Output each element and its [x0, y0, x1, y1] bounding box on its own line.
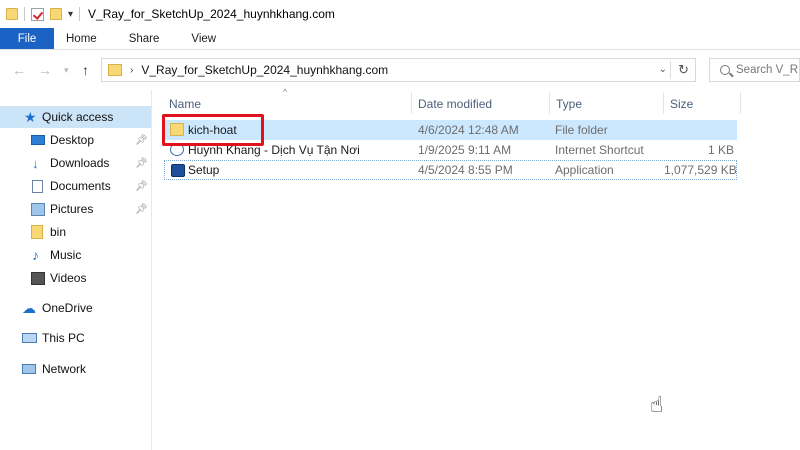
- sidebar-item-pictures[interactable]: Pictures 📌︎: [0, 198, 151, 220]
- sidebar-item-desktop[interactable]: Desktop 📌︎: [0, 129, 151, 151]
- star-icon: ★: [24, 108, 37, 125]
- sidebar-item-label: OneDrive: [42, 301, 93, 315]
- file-date: 4/5/2024 8:55 PM: [418, 163, 513, 177]
- document-icon: [32, 179, 43, 193]
- properties-icon[interactable]: [31, 7, 44, 21]
- column-divider[interactable]: [411, 92, 412, 114]
- tab-home[interactable]: Home: [54, 28, 113, 49]
- tab-share[interactable]: Share: [113, 28, 176, 49]
- computer-icon: [22, 333, 37, 343]
- chevron-right-icon[interactable]: ›: [130, 65, 133, 76]
- search-icon: [720, 65, 730, 75]
- file-date: 1/9/2025 9:11 AM: [418, 143, 512, 157]
- navigation-bar: ← → ▾ ↑ › V_Ray_for_SketchUp_2024_huynhk…: [0, 50, 800, 90]
- file-type: Application: [555, 163, 614, 177]
- sidebar-item-label: Downloads: [50, 156, 110, 170]
- pin-icon[interactable]: 📌︎: [135, 135, 148, 146]
- column-divider[interactable]: [663, 92, 664, 114]
- file-type: File folder: [555, 123, 608, 137]
- cloud-icon: ☁: [22, 299, 36, 316]
- ribbon-tabs: File Home Share View: [0, 28, 800, 50]
- chevron-down-icon[interactable]: ⌄: [659, 64, 667, 75]
- file-size: 1 KB: [707, 143, 734, 157]
- highlight-box: [162, 114, 264, 146]
- sidebar-item-label: Pictures: [50, 202, 94, 216]
- column-divider[interactable]: [549, 92, 550, 114]
- customize-toolbar-icon[interactable]: ▾: [68, 9, 73, 20]
- sidebar-item-label: Music: [50, 248, 82, 262]
- title-bar: ▾ V_Ray_for_SketchUp_2024_huynhkhang.com: [0, 0, 800, 28]
- sidebar-item-videos[interactable]: Videos: [0, 267, 151, 289]
- music-icon: ♪: [32, 246, 39, 263]
- tab-view[interactable]: View: [175, 28, 232, 49]
- setup-application-icon: [171, 164, 185, 177]
- divider: [670, 61, 671, 79]
- sidebar-item-label: bin: [50, 225, 67, 239]
- search-box[interactable]: Search V_R: [709, 58, 800, 82]
- sidebar-item-label: Documents: [50, 179, 111, 193]
- desktop-icon: [31, 135, 45, 145]
- pin-icon[interactable]: 📌︎: [135, 204, 148, 215]
- sidebar-item-downloads[interactable]: ↓ Downloads 📌︎: [0, 152, 151, 174]
- file-row-setup[interactable]: Setup 4/5/2024 8:55 PM Application 1,077…: [164, 160, 737, 180]
- file-date: 4/6/2024 12:48 AM: [418, 123, 519, 137]
- sidebar-item-label: Quick access: [42, 110, 114, 124]
- sidebar-item-bin[interactable]: bin: [0, 221, 151, 243]
- column-divider[interactable]: [740, 92, 741, 114]
- sidebar-item-this-pc[interactable]: This PC: [0, 327, 151, 349]
- recent-locations-icon[interactable]: ▾: [64, 65, 69, 76]
- sidebar-item-music[interactable]: ♪ Music: [0, 244, 151, 266]
- folder-icon: [108, 64, 122, 76]
- sidebar-item-quick-access[interactable]: ★ Quick access: [0, 106, 151, 128]
- pin-icon[interactable]: 📌︎: [135, 158, 148, 169]
- search-input[interactable]: Search V_R: [736, 64, 798, 76]
- new-folder-icon[interactable]: [50, 8, 62, 20]
- refresh-icon[interactable]: ↻: [678, 62, 689, 78]
- pin-icon[interactable]: 📌︎: [135, 181, 148, 192]
- address-bar[interactable]: › V_Ray_for_SketchUp_2024_huynhkhang.com…: [101, 58, 696, 82]
- network-icon: [22, 364, 36, 374]
- file-name[interactable]: Setup: [188, 163, 219, 177]
- file-size: 1,077,529 KB: [664, 163, 737, 177]
- file-type: Internet Shortcut: [555, 143, 644, 157]
- divider: [24, 7, 25, 21]
- divider: [79, 7, 81, 21]
- column-header-type[interactable]: Type: [556, 92, 656, 116]
- sidebar-item-network[interactable]: Network: [0, 358, 151, 380]
- tab-file[interactable]: File: [0, 28, 54, 49]
- video-icon: [31, 271, 45, 285]
- address-path[interactable]: V_Ray_for_SketchUp_2024_huynhkhang.com: [141, 63, 388, 77]
- forward-arrow-icon[interactable]: →: [38, 62, 52, 78]
- sidebar-item-label: Network: [42, 362, 87, 376]
- window-title: V_Ray_for_SketchUp_2024_huynhkhang.com: [88, 7, 335, 21]
- folder-icon: [6, 8, 18, 20]
- folder-icon: [31, 225, 43, 239]
- column-header-name[interactable]: Name: [169, 92, 409, 116]
- column-header-date[interactable]: Date modified: [418, 92, 546, 116]
- hand-cursor-icon: ☝: [650, 392, 664, 417]
- navigation-pane: ★ Quick access Desktop 📌︎ ↓ Downloads 📌︎…: [0, 90, 152, 450]
- download-icon: ↓: [32, 155, 39, 171]
- column-header-size[interactable]: Size: [670, 92, 738, 116]
- up-arrow-icon[interactable]: ↑: [82, 62, 89, 78]
- sidebar-item-label: Desktop: [50, 133, 95, 147]
- back-arrow-icon[interactable]: ←: [12, 62, 26, 78]
- sidebar-item-documents[interactable]: Documents 📌︎: [0, 175, 151, 197]
- sidebar-item-label: Videos: [50, 271, 87, 285]
- picture-icon: [31, 202, 45, 216]
- sidebar-item-onedrive[interactable]: ☁ OneDrive: [0, 297, 151, 319]
- sidebar-item-label: This PC: [42, 331, 85, 345]
